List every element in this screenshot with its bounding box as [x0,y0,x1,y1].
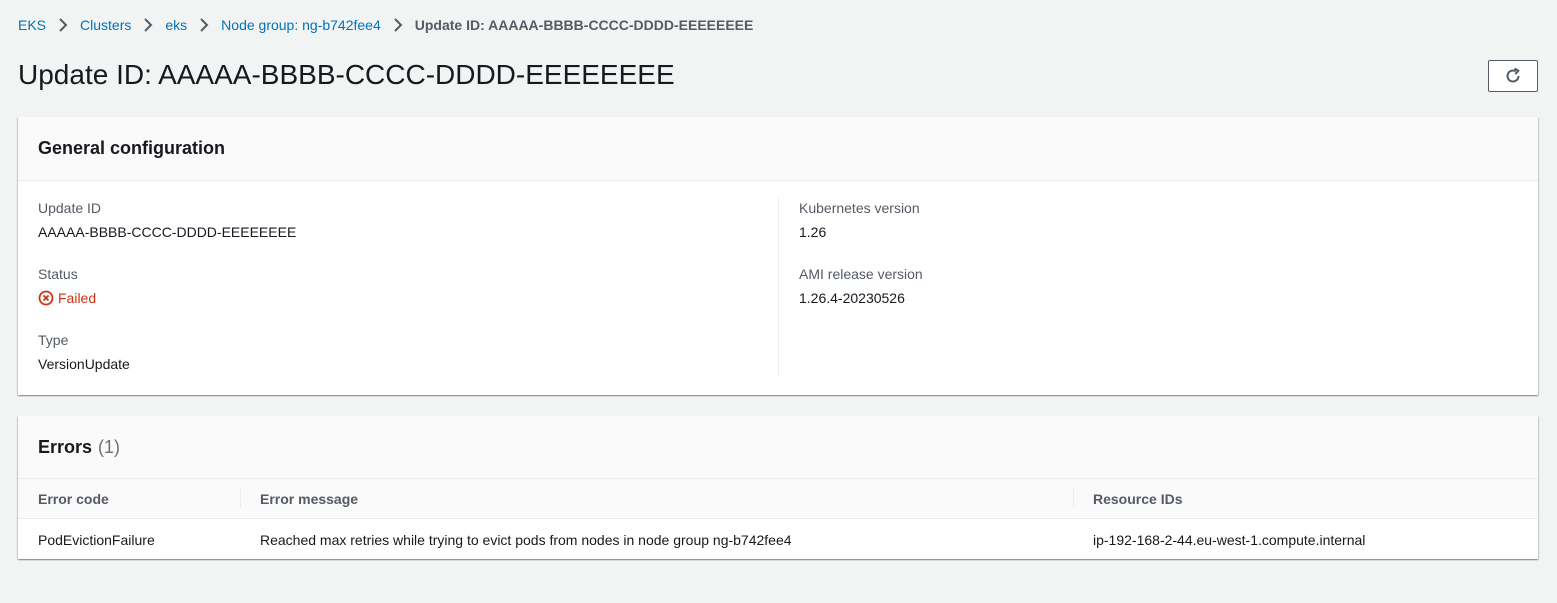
update-id-field: Update ID AAAAA-BBBB-CCCC-DDDD-EEEEEEEE [38,199,778,265]
breadcrumb-current: Update ID: AAAAA-BBBB-CCCC-DDDD-EEEEEEEE [414,17,754,33]
status-field: Status Failed [38,265,778,331]
general-configuration-panel: General configuration Update ID AAAAA-BB… [18,117,1538,395]
error-circle-icon [38,290,54,306]
ami-release-version-label: AMI release version [799,266,923,282]
refresh-icon [1504,67,1522,85]
chevron-right-icon [58,18,68,32]
panel-title: General configuration [38,138,226,158]
type-field: Type VersionUpdate [38,331,778,397]
column-header-error-code[interactable]: Error code [18,479,240,519]
breadcrumb-clusters[interactable]: Clusters [80,17,131,33]
status-text: Failed [58,290,97,306]
update-id-label: Update ID [38,200,102,216]
error-message-cell: Reached max retries while trying to evic… [260,531,792,548]
ami-release-version-field: AMI release version 1.26.4-20230526 [799,265,1519,331]
breadcrumb-cluster-eks[interactable]: eks [165,17,187,33]
panel-header: General configuration [18,117,1538,181]
update-id-value: AAAAA-BBBB-CCCC-DDDD-EEEEEEEE [38,224,297,240]
chevron-right-icon [143,18,153,32]
ami-release-version-value: 1.26.4-20230526 [799,290,905,306]
status-label: Status [38,266,78,282]
errors-count: (1) [98,436,121,457]
page-title: Update ID: AAAAA-BBBB-CCCC-DDDD-EEEEEEEE [18,59,675,90]
chevron-right-icon [199,18,209,32]
error-code-cell: PodEvictionFailure [38,531,155,548]
errors-panel: Errors (1) Error code Error message Reso… [18,416,1538,559]
column-header-error-message[interactable]: Error message [240,479,1073,519]
status-value: Failed [38,289,778,307]
column-header-resource-ids[interactable]: Resource IDs [1073,479,1538,519]
type-value: VersionUpdate [38,356,130,372]
panel-title: Errors [38,436,93,457]
panel-header: Errors (1) [18,416,1538,479]
refresh-button[interactable] [1488,60,1538,92]
kubernetes-version-label: Kubernetes version [799,200,920,216]
table-row: PodEvictionFailure Reached max retries w… [18,519,1538,561]
breadcrumb-node-group[interactable]: Node group: ng-b742fee4 [221,17,381,33]
resource-ids-cell: ip-192-168-2-44.eu-west-1.compute.intern… [1093,531,1366,548]
kubernetes-version-field: Kubernetes version 1.26 [799,199,1519,265]
chevron-right-icon [393,18,403,32]
breadcrumb-eks[interactable]: EKS [18,17,46,33]
table-header-row: Error code Error message Resource IDs [18,479,1538,519]
type-label: Type [38,332,69,348]
breadcrumb: EKS Clusters eks Node group: ng-b742fee4… [18,15,753,35]
errors-table: Error code Error message Resource IDs Po… [18,479,1538,560]
column-divider [778,198,779,375]
kubernetes-version-value: 1.26 [799,224,827,240]
